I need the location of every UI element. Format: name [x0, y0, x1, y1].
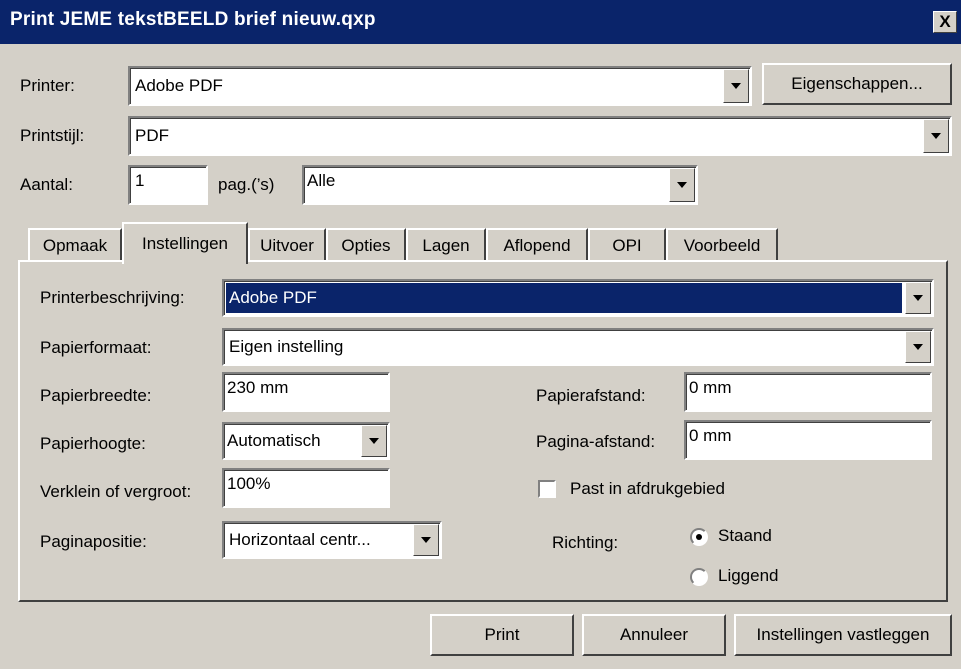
properties-button[interactable]: Eigenschappen...: [762, 63, 952, 105]
pages-value: Alle: [307, 171, 336, 190]
tab-voorbeeld[interactable]: Voorbeeld: [666, 228, 778, 261]
printer-description-label: Printerbeschrijving:: [40, 288, 185, 307]
printer-description-value: Adobe PDF: [226, 283, 902, 313]
page-position-label: Paginapositie:: [40, 532, 147, 551]
paper-offset-label: Papierafstand:: [536, 386, 646, 405]
paper-size-select[interactable]: Eigen instelling: [222, 328, 934, 366]
print-style-select[interactable]: PDF: [128, 116, 952, 156]
scale-label: Verklein of vergroot:: [40, 482, 192, 501]
print-button[interactable]: Print: [430, 614, 574, 656]
page-position-select[interactable]: Horizontaal centr...: [222, 521, 442, 559]
copies-value: 1: [135, 171, 145, 190]
pages-label: pag.(’s): [218, 175, 275, 194]
title-bar: Print JEME tekstBEELD brief nieuw.qxp X: [0, 0, 961, 44]
paper-width-label: Papierbreedte:: [40, 386, 152, 405]
fit-print-area-label[interactable]: Past in afdrukgebied: [570, 479, 725, 499]
capture-settings-button[interactable]: Instellingen vastleggen: [734, 614, 952, 656]
copies-label: Aantal:: [20, 175, 73, 194]
chevron-down-icon[interactable]: [413, 524, 439, 556]
chevron-down-icon[interactable]: [723, 69, 749, 103]
tab-uitvoer[interactable]: Uitvoer: [248, 228, 326, 261]
tab-instellingen[interactable]: Instellingen: [122, 222, 248, 264]
paper-offset-input[interactable]: 0 mm: [684, 372, 932, 412]
window-title: Print JEME tekstBEELD brief nieuw.qxp: [10, 9, 376, 30]
paper-size-value: Eigen instelling: [229, 337, 344, 356]
scale-value: 100%: [227, 474, 271, 493]
page-position-value: Horizontaal centr...: [229, 530, 371, 549]
page-gap-input[interactable]: 0 mm: [684, 420, 932, 460]
paper-height-select[interactable]: Automatisch: [222, 422, 390, 460]
tab-aflopend[interactable]: Aflopend: [486, 228, 588, 261]
page-gap-value: 0 mm: [689, 426, 732, 445]
orientation-label: Richting:: [552, 533, 619, 552]
tab-opmaak[interactable]: Opmaak: [28, 228, 122, 261]
orientation-landscape-radio[interactable]: [690, 568, 708, 586]
paper-height-label: Papierhoogte:: [40, 434, 146, 453]
scale-input[interactable]: 100%: [222, 468, 390, 508]
orientation-landscape-label[interactable]: Liggend: [718, 566, 779, 586]
copies-input[interactable]: 1: [128, 165, 208, 205]
tab-lagen[interactable]: Lagen: [406, 228, 486, 261]
printer-select-value: Adobe PDF: [135, 76, 223, 95]
paper-width-input[interactable]: 230 mm: [222, 372, 390, 412]
cancel-button[interactable]: Annuleer: [582, 614, 726, 656]
pages-select[interactable]: Alle: [302, 165, 698, 205]
close-icon: X: [939, 12, 951, 31]
fit-print-area-checkbox[interactable]: [538, 480, 556, 498]
chevron-down-icon[interactable]: [669, 168, 695, 202]
paper-offset-value: 0 mm: [689, 378, 732, 397]
print-style-label: Printstijl:: [20, 126, 85, 145]
chevron-down-icon[interactable]: [923, 119, 949, 153]
close-button[interactable]: X: [933, 11, 957, 33]
paper-size-label: Papierformaat:: [40, 338, 152, 357]
page-gap-label: Pagina-afstand:: [536, 432, 656, 451]
printer-description-select[interactable]: Adobe PDF: [222, 279, 934, 317]
paper-height-value: Automatisch: [227, 431, 321, 450]
tab-opi[interactable]: OPI: [588, 228, 666, 261]
chevron-down-icon[interactable]: [361, 425, 387, 457]
chevron-down-icon[interactable]: [905, 331, 931, 363]
tab-opties[interactable]: Opties: [326, 228, 406, 261]
orientation-portrait-radio[interactable]: [690, 528, 708, 546]
printer-label: Printer:: [20, 76, 75, 95]
chevron-down-icon[interactable]: [905, 282, 931, 314]
paper-width-value: 230 mm: [227, 378, 289, 397]
print-style-value: PDF: [135, 126, 169, 145]
orientation-portrait-label[interactable]: Staand: [718, 526, 772, 546]
printer-select[interactable]: Adobe PDF: [128, 66, 752, 106]
